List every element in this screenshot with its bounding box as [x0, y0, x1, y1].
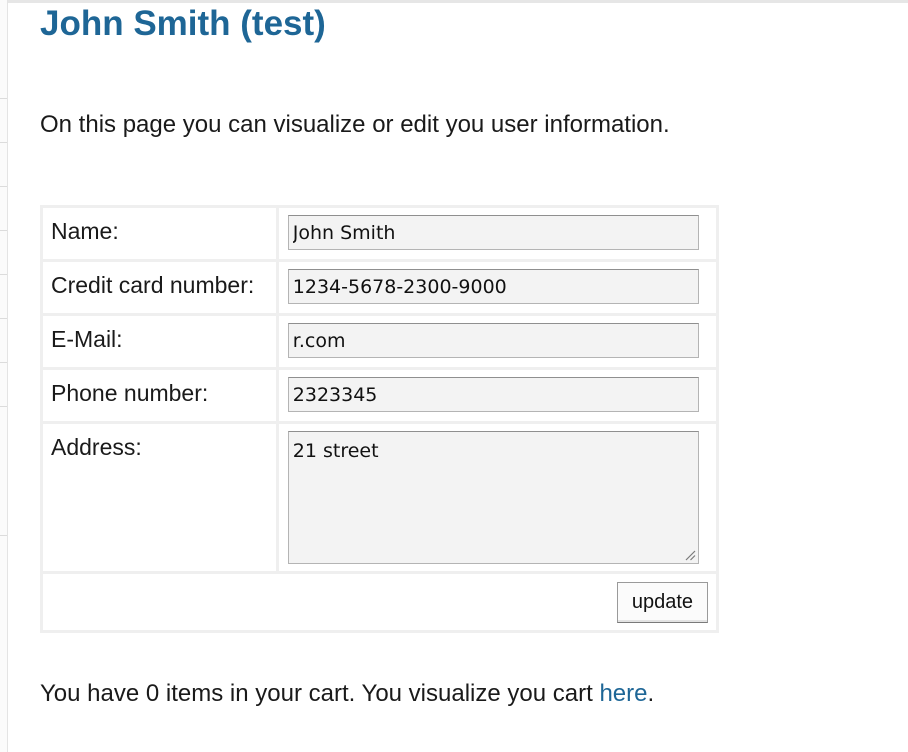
submit-cell: update [40, 571, 719, 633]
cart-text-end: . [647, 680, 655, 707]
email-label: E-Mail: [40, 313, 279, 370]
credit-card-cell [275, 259, 720, 316]
cart-link[interactable]: here [599, 680, 647, 707]
phone-cell [275, 367, 720, 424]
name-input[interactable] [287, 215, 699, 250]
form-row-email: E-Mail: [40, 313, 720, 370]
left-sidebar-edge [0, 0, 8, 752]
address-textarea[interactable]: 21 street [287, 431, 699, 564]
form-row-phone: Phone number: [40, 367, 720, 424]
top-border [0, 0, 908, 3]
rail-divider [0, 362, 7, 363]
form-row-submit: update [40, 571, 719, 633]
credit-card-label: Credit card number: [40, 259, 279, 316]
name-cell [275, 205, 720, 262]
rail-divider [0, 230, 7, 231]
name-label: Name: [40, 205, 279, 262]
email-cell [275, 313, 720, 370]
page-title: John Smith (test) [40, 4, 326, 43]
update-button[interactable]: update [616, 582, 708, 623]
cart-text: You have 0 items in your cart. You visua… [40, 680, 600, 707]
phone-label: Phone number: [40, 367, 279, 424]
credit-card-input[interactable] [287, 269, 699, 304]
rail-divider [0, 274, 7, 275]
resize-grip-icon[interactable] [684, 549, 696, 561]
page-intro: On this page you can visualize or edit y… [40, 111, 670, 138]
rail-divider [0, 98, 7, 99]
address-wrapper: 21 street [287, 431, 699, 564]
rail-divider [0, 535, 7, 536]
cart-summary: You have 0 items in your cart. You visua… [40, 680, 654, 708]
user-info-table: Name: Credit card number: E-Mail: Phone … [40, 205, 720, 633]
form-row-address: Address: 21 street [40, 421, 720, 574]
rail-divider [0, 318, 7, 319]
rail-divider [0, 406, 7, 407]
rail-divider [0, 142, 7, 143]
email-input[interactable] [287, 323, 699, 358]
rail-divider [0, 186, 7, 187]
address-label: Address: [40, 421, 279, 574]
address-cell: 21 street [275, 421, 720, 574]
phone-input[interactable] [287, 377, 699, 412]
form-row-card: Credit card number: [40, 259, 720, 316]
form-row-name: Name: [40, 205, 720, 262]
